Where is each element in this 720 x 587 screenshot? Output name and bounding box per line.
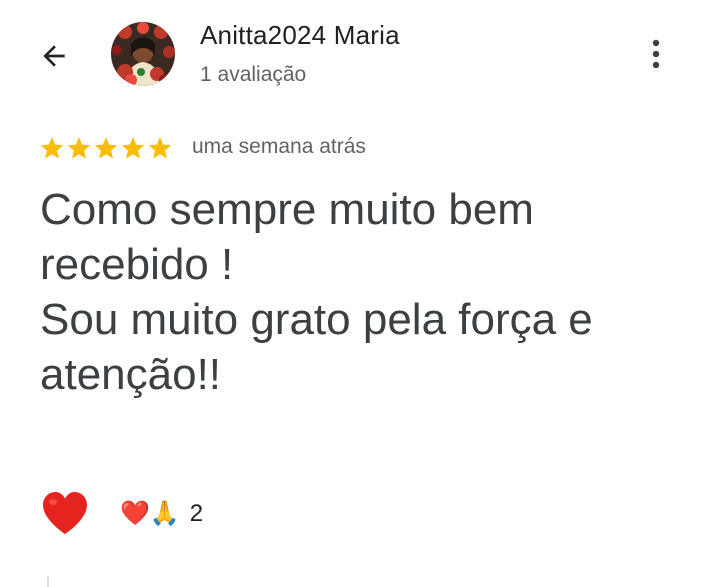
reaction-count: 2	[189, 500, 204, 527]
avatar[interactable]	[111, 22, 175, 86]
reactions-summary[interactable]: ❤️🙏 2	[120, 497, 203, 531]
star-icon	[67, 137, 91, 159]
reviewer-review-count: 1 avaliação	[200, 63, 307, 86]
arrow-back-icon	[43, 45, 65, 67]
user-avatar-image	[111, 22, 175, 86]
review-date: uma semana atrás	[192, 135, 366, 158]
star-rating	[39, 135, 173, 161]
reaction-emojis: ❤️🙏	[120, 500, 180, 527]
review-text: Como sempre muito bem recebido ! Sou mui…	[40, 185, 593, 399]
more-vert-icon	[652, 39, 660, 69]
star-icon	[121, 137, 145, 159]
react-heart-button[interactable]	[40, 490, 90, 536]
more-options-button[interactable]	[640, 34, 672, 74]
reviewer-name[interactable]: Anitta2024 Maria	[200, 20, 400, 51]
star-icon	[148, 137, 172, 159]
star-icon	[94, 137, 118, 159]
star-icon	[40, 137, 64, 159]
divider	[47, 576, 49, 587]
back-button[interactable]	[34, 36, 74, 76]
red-heart-icon	[43, 492, 87, 534]
